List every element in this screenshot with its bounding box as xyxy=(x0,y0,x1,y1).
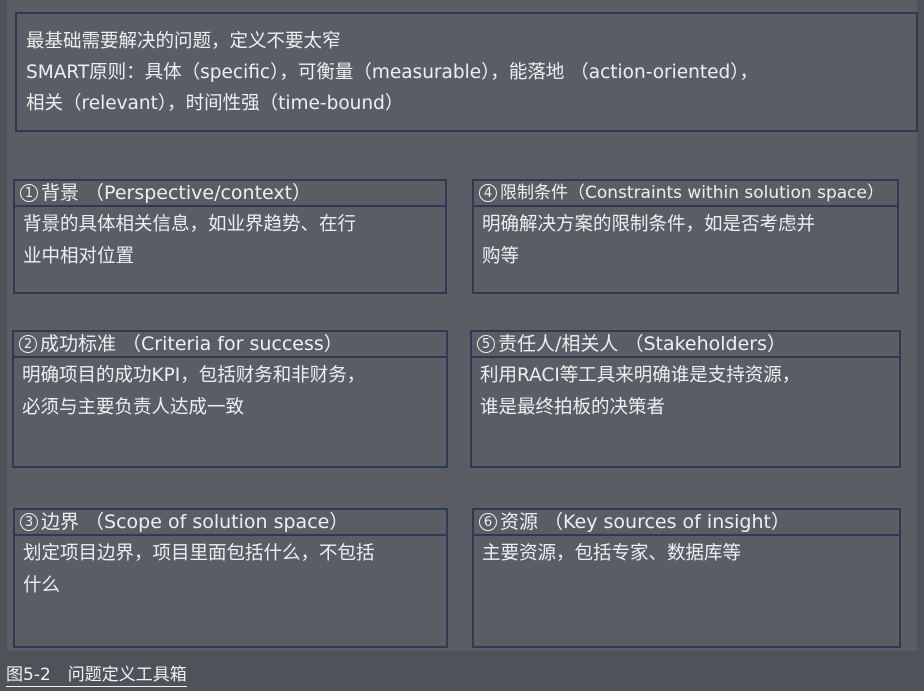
card-body-line-2: 什么 xyxy=(23,575,61,596)
card-body-line-1: 背景的具体相关信息，如业界趋势、在行 xyxy=(23,214,357,235)
card-scope: 3 边界 （Scope of solution space） 划定项目边界，项目… xyxy=(13,508,448,648)
diagram-panel: 最基础需要解决的问题，定义不要太窄 SMART原则：具体（specific），可… xyxy=(7,0,918,651)
card-stakeholders: 5 责任人/相关人 （Stakeholders） 利用RACI等工具来明确谁是支… xyxy=(470,330,901,468)
card-constraints: 4 限制条件（Constraints within solution space… xyxy=(472,179,899,294)
card-perspective: 1 背景 （Perspective/context） 背景的具体相关信息，如业界… xyxy=(13,179,447,294)
card-title: 成功标准 （Criteria for success） xyxy=(40,333,343,355)
card-title: 资源 （Key sources of insight） xyxy=(500,511,790,533)
card-title: 责任人/相关人 （Stakeholders） xyxy=(498,333,787,355)
card-body-line-1: 明确解决方案的限制条件，如是否考虑并 xyxy=(482,214,816,235)
figure-caption: 图5-2 问题定义工具箱 xyxy=(6,660,187,687)
problem-definition-box: 最基础需要解决的问题，定义不要太窄 SMART原则：具体（specific），可… xyxy=(15,12,918,132)
card-title: 限制条件（Constraints within solution space） xyxy=(500,183,884,203)
number-3-icon: 3 xyxy=(20,513,38,531)
card-body-line-2: 业中相对位置 xyxy=(23,246,135,267)
card-body-line-1: 主要资源，包括专家、数据库等 xyxy=(482,543,742,564)
card-body-line-1: 明确项目的成功KPI，包括财务和非财务， xyxy=(22,365,366,386)
number-2-icon: 2 xyxy=(19,335,37,353)
card-body-line-2: 购等 xyxy=(482,246,520,267)
card-resources: 6 资源 （Key sources of insight） 主要资源，包括专家、… xyxy=(472,508,901,648)
number-1-icon: 1 xyxy=(20,184,38,202)
number-5-icon: 5 xyxy=(477,335,495,353)
card-criteria: 2 成功标准 （Criteria for success） 明确项目的成功KPI… xyxy=(12,330,448,468)
card-body-line-2: 必须与主要负责人达成一致 xyxy=(22,397,245,418)
card-body-line-2: 谁是最终拍板的决策者 xyxy=(480,397,666,418)
card-body-line-1: 划定项目边界，项目里面包括什么，不包括 xyxy=(23,543,375,564)
number-4-icon: 4 xyxy=(479,184,497,202)
number-6-icon: 6 xyxy=(479,513,497,531)
problem-line-1: 最基础需要解决的问题，定义不要太窄 xyxy=(26,31,341,52)
smart-principle-line: SMART原则：具体（specific），可衡量（measurable），能落地… xyxy=(26,62,759,83)
card-body-line-1: 利用RACI等工具来明确谁是支持资源， xyxy=(480,365,801,386)
smart-principle-line-cont: 相关（relevant），时间性强（time-bound） xyxy=(26,93,404,114)
card-title: 边界 （Scope of solution space） xyxy=(41,511,349,533)
card-title: 背景 （Perspective/context） xyxy=(41,182,312,204)
